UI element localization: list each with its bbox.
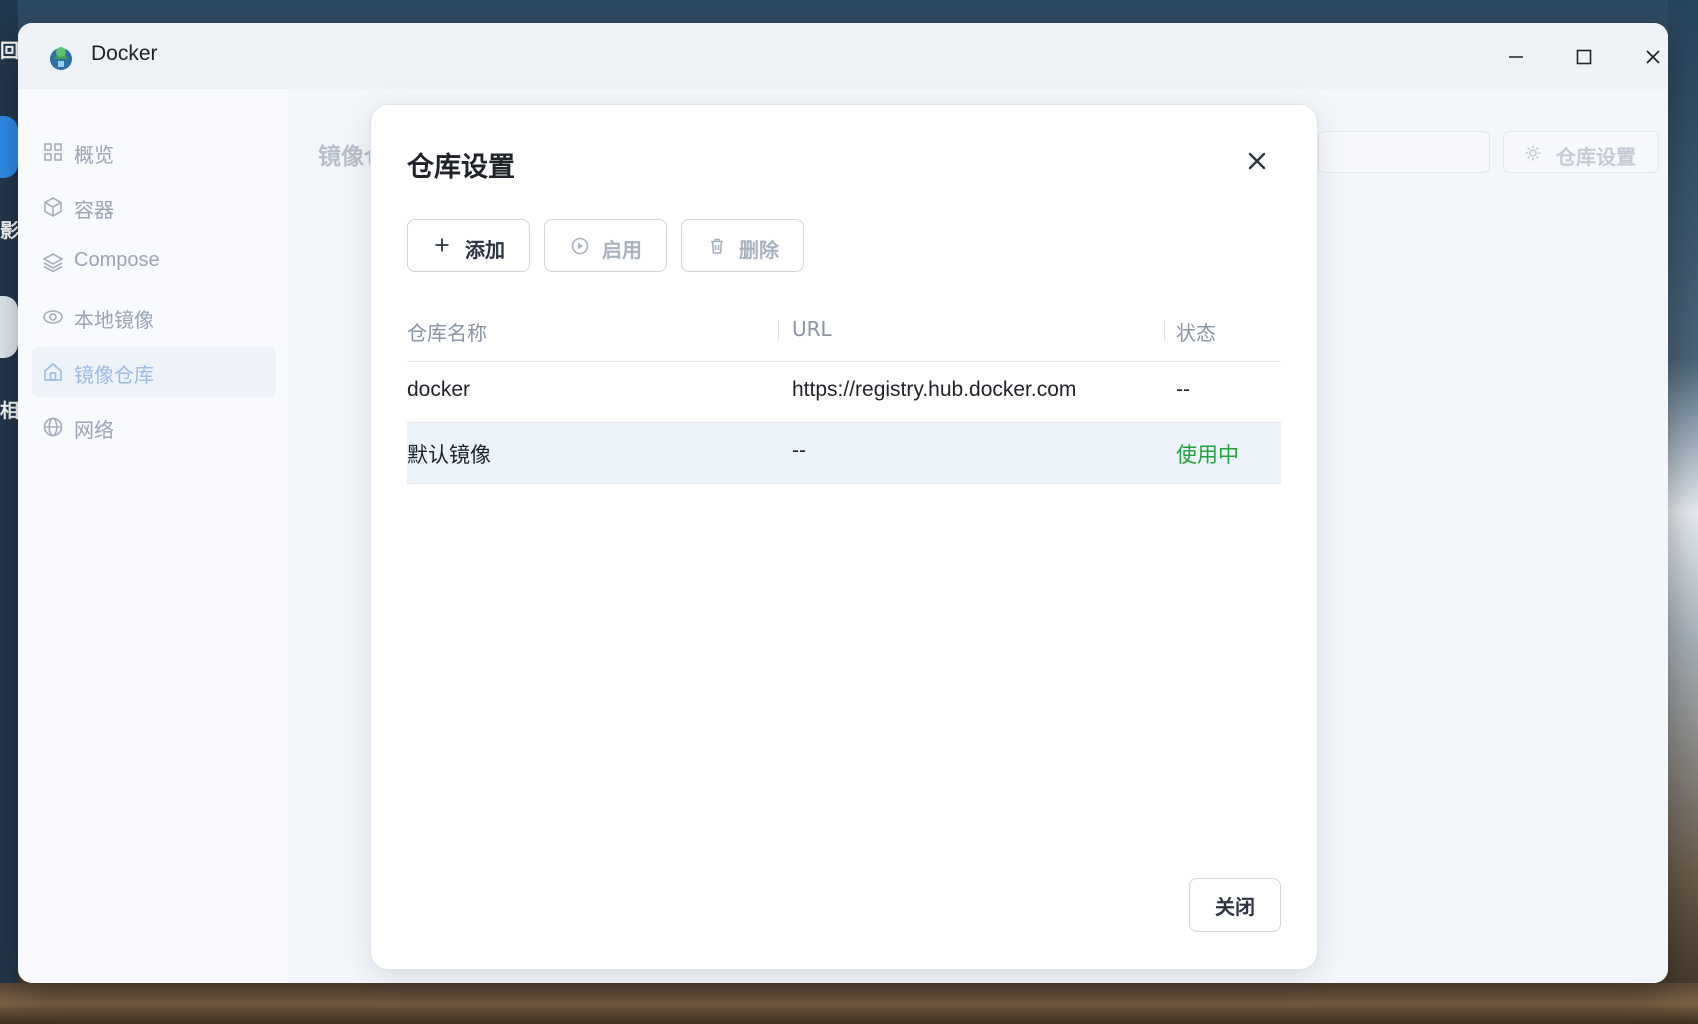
sidebar-item-label: Compose <box>74 249 160 271</box>
window-title: Docker <box>91 42 158 65</box>
dialog-title: 仓库设置 <box>407 152 515 183</box>
dialog-close-button[interactable] <box>1241 145 1273 177</box>
table-header: 仓库名称 URL 状态 <box>407 301 1281 362</box>
column-header-status[interactable]: 状态 <box>1176 317 1216 346</box>
add-registry-button[interactable]: 添加 <box>407 219 530 272</box>
window-titlebar[interactable]: Docker <box>18 23 1668 89</box>
sidebar-item-label: 网络 <box>74 420 114 442</box>
maximize-button[interactable] <box>1566 39 1602 75</box>
maximize-icon <box>1576 49 1592 65</box>
registry-status-cell: -- <box>1176 378 1190 401</box>
close-icon <box>1248 152 1266 170</box>
sidebar-item-compose[interactable]: Compose <box>32 237 276 287</box>
registry-name-cell: docker <box>407 378 471 401</box>
cube-icon <box>44 197 62 217</box>
add-button-label: 添加 <box>465 238 505 262</box>
globe-icon <box>43 417 63 437</box>
registry-name-cell: 默认镜像 <box>407 444 491 467</box>
desktop-wallpaper-bottom <box>0 983 1698 1024</box>
plus-icon <box>435 238 449 252</box>
registry-table: 仓库名称 URL 状态 docker https://registry.hub.… <box>407 301 1281 484</box>
minimize-icon <box>1509 56 1523 58</box>
trash-icon <box>711 238 723 254</box>
sidebar-item-image-registry[interactable]: 镜像仓库 <box>32 347 276 397</box>
delete-button-label: 删除 <box>739 238 779 262</box>
minimize-button[interactable] <box>1498 39 1534 75</box>
column-resize-handle[interactable] <box>778 321 779 341</box>
desktop-app-icon[interactable] <box>0 296 18 358</box>
registry-settings-button[interactable]: 仓库设置 <box>1503 131 1659 173</box>
search-input[interactable] <box>1318 131 1490 173</box>
column-header-url[interactable]: URL <box>792 317 832 341</box>
column-resize-handle[interactable] <box>1164 321 1165 341</box>
play-circle-icon <box>571 237 589 255</box>
table-row[interactable]: 默认镜像 -- 使用中 <box>407 423 1281 484</box>
close-icon <box>1646 50 1660 64</box>
enable-registry-button[interactable]: 启用 <box>544 219 667 272</box>
sidebar-item-label: 镜像仓库 <box>74 365 154 387</box>
grid-icon <box>44 143 62 161</box>
delete-registry-button[interactable]: 删除 <box>681 219 804 272</box>
eye-icon <box>43 310 63 324</box>
sidebar-item-label: 概览 <box>74 145 114 167</box>
sidebar-item-label: 容器 <box>74 200 114 222</box>
desktop-label-fragment: 回 <box>0 40 20 62</box>
window-close-button[interactable] <box>1635 39 1668 75</box>
close-dialog-button[interactable]: 关闭 <box>1189 878 1281 932</box>
enable-button-label: 启用 <box>602 238 642 262</box>
docker-logo-icon <box>50 47 72 70</box>
registry-url-cell: https://registry.hub.docker.com <box>792 378 1077 401</box>
sidebar-item-network[interactable]: 网络 <box>32 402 276 452</box>
sidebar-item-label: 本地镜像 <box>74 310 154 332</box>
registry-url-cell: -- <box>792 439 806 462</box>
table-row[interactable]: docker https://registry.hub.docker.com -… <box>407 362 1281 423</box>
desktop-label-fragment: 影 <box>0 220 20 242</box>
sidebar-item-local-images[interactable]: 本地镜像 <box>32 292 276 342</box>
registry-status-cell: 使用中 <box>1176 444 1239 467</box>
sidebar-item-containers[interactable]: 容器 <box>32 182 276 232</box>
gear-icon <box>1525 145 1541 161</box>
layers-icon <box>42 253 64 273</box>
registry-settings-label: 仓库设置 <box>1556 145 1636 169</box>
registry-settings-dialog: 仓库设置 添加 启用 删除 仓库名称 URL 状态 docker https:/… <box>370 104 1318 970</box>
sidebar: 概览 容器 Compose 本地镜像 镜像仓库 网络 <box>18 89 288 983</box>
desktop-wallpaper-right <box>1668 0 1698 1024</box>
desktop-label-fragment: 相 <box>0 400 20 422</box>
close-button-label: 关闭 <box>1215 894 1255 919</box>
sidebar-item-overview[interactable]: 概览 <box>32 127 276 177</box>
home-icon <box>44 362 62 381</box>
column-header-name[interactable]: 仓库名称 <box>407 317 487 346</box>
desktop-app-icon[interactable] <box>0 116 18 178</box>
